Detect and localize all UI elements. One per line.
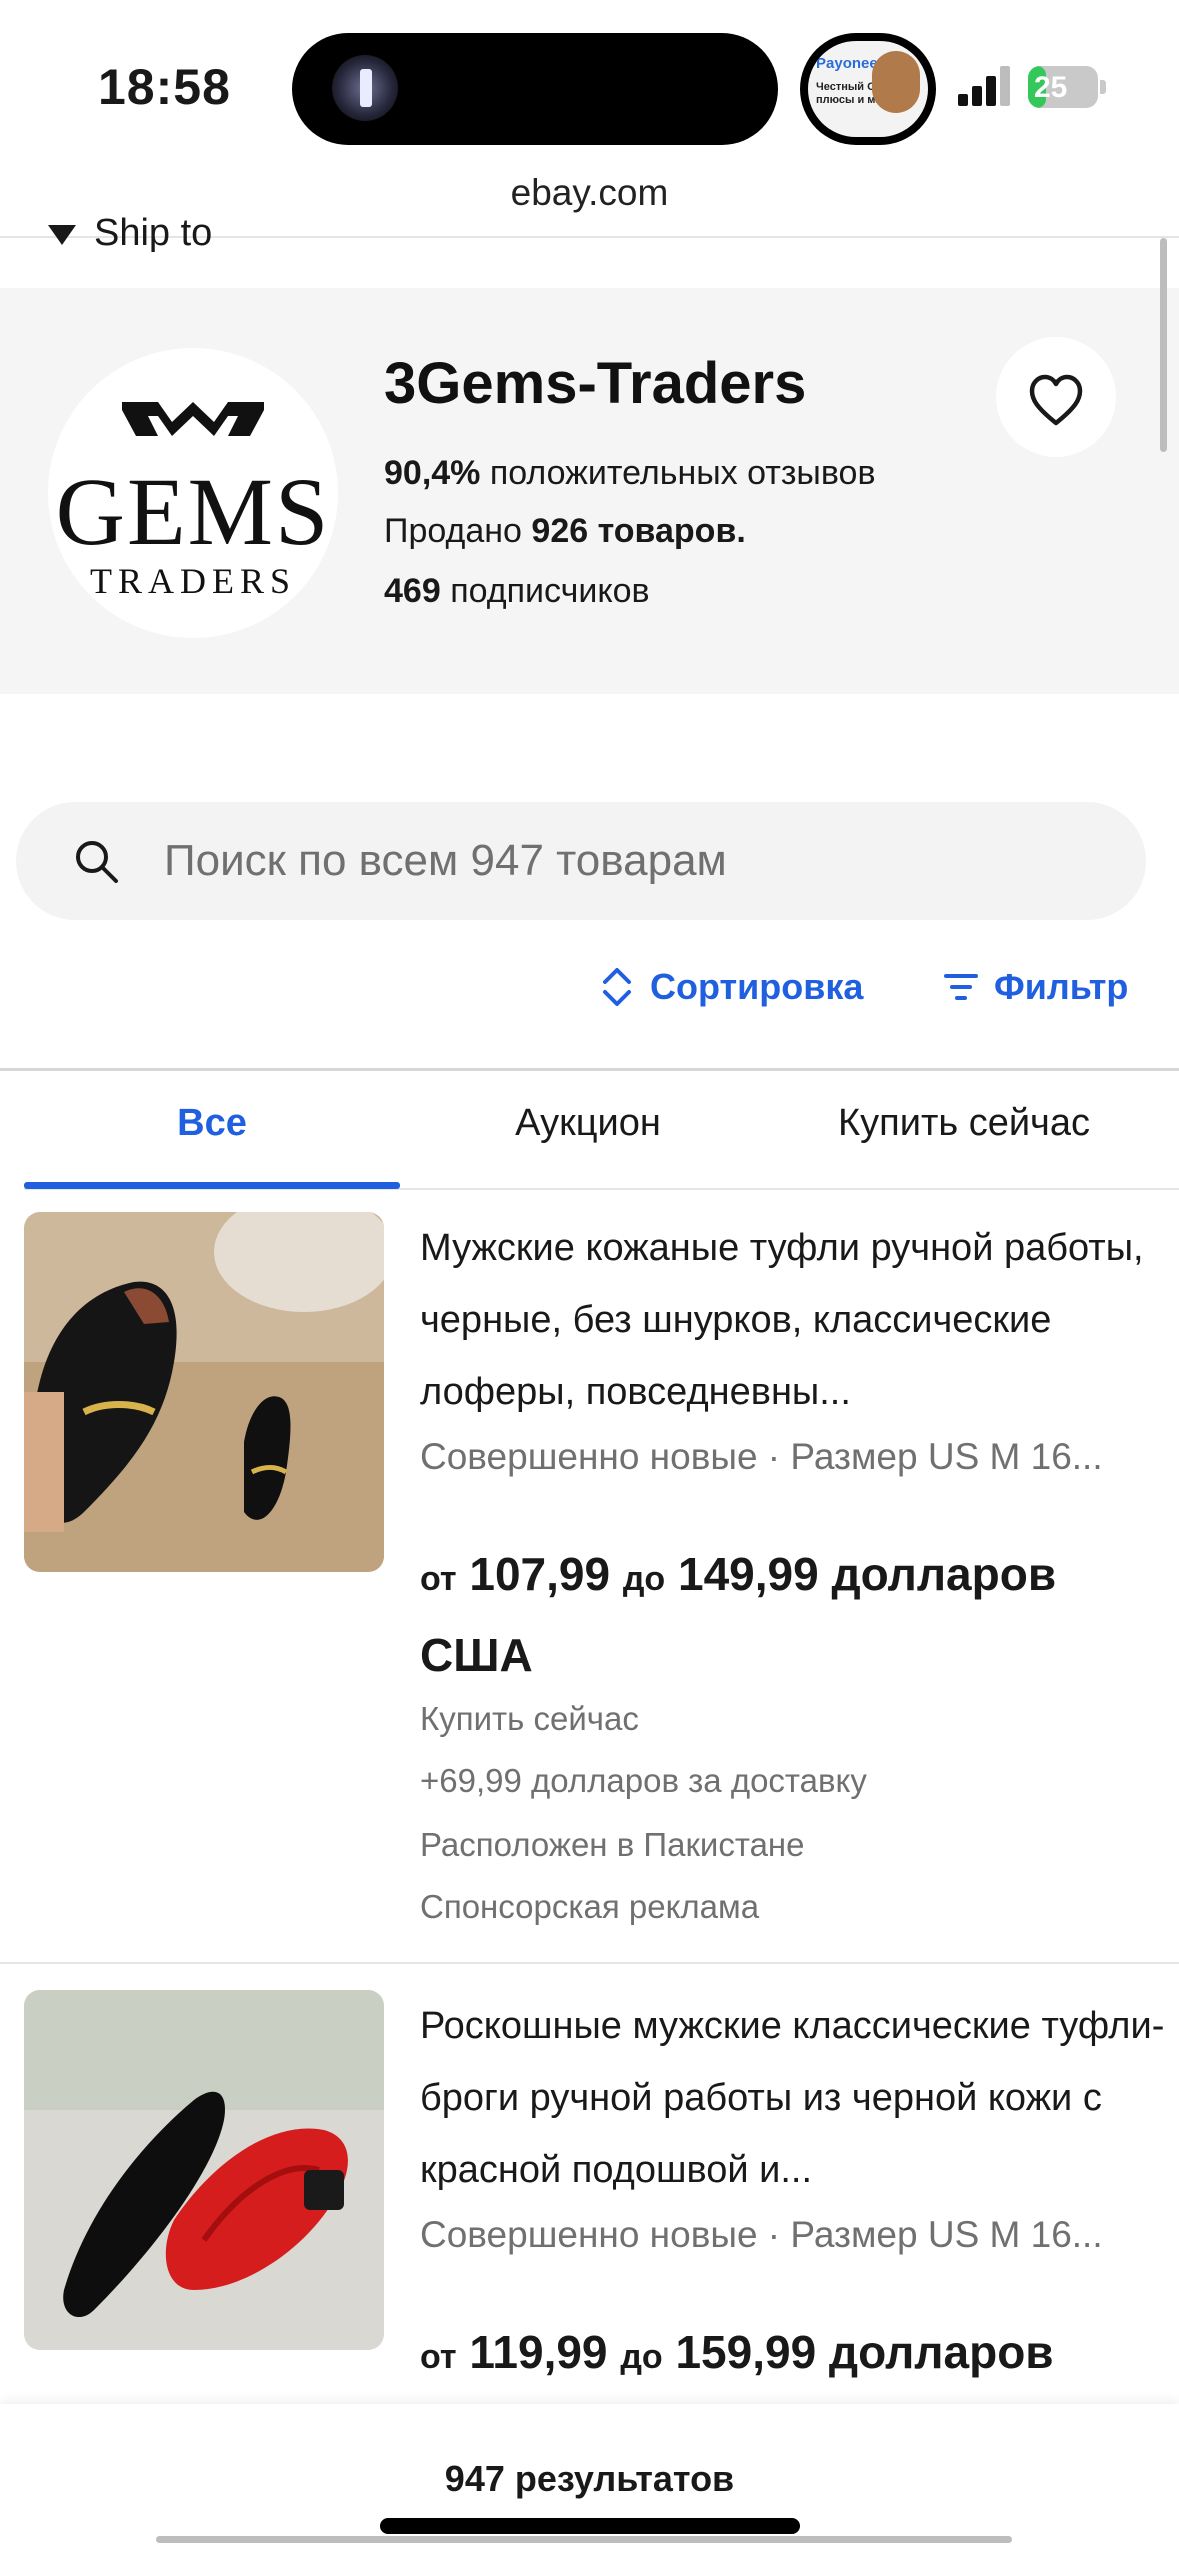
cellular-signal-icon bbox=[958, 66, 1014, 106]
battery-icon: 25 bbox=[1028, 66, 1106, 108]
tab-buy-now[interactable]: Купить сейчас bbox=[776, 1102, 1152, 1145]
price-to-word: до bbox=[622, 1560, 666, 1598]
logo-text: GEMS bbox=[55, 458, 331, 565]
flashlight-icon bbox=[332, 55, 398, 121]
gems-crown-icon bbox=[122, 402, 264, 436]
ship-to-selector[interactable]: Ship to bbox=[48, 212, 212, 252]
black-loafer-shoe-photo-icon bbox=[24, 1212, 384, 1572]
store-header: GEMS TRADERS 3Gems-Traders 90,4% положит… bbox=[0, 288, 1179, 694]
caret-down-icon bbox=[48, 224, 76, 245]
active-tab-indicator bbox=[24, 1182, 400, 1189]
logo-subtext: TRADERS bbox=[89, 561, 297, 601]
followers-count: 469 bbox=[384, 572, 441, 610]
feedback-stat: 90,4% положительных отзывов bbox=[384, 454, 876, 493]
results-count: 947 результатов bbox=[444, 2458, 735, 2499]
listing-image[interactable] bbox=[24, 1990, 384, 2350]
scrollbar-thumb[interactable] bbox=[1160, 238, 1167, 452]
listing-title-text: Мужские кожаные туфли ручной работы, чер… bbox=[420, 1227, 1144, 1413]
store-name: 3Gems-Traders bbox=[384, 351, 807, 416]
sort-label: Сортировка bbox=[650, 966, 864, 1007]
search-input[interactable] bbox=[164, 802, 1104, 920]
listing-price: от 119,99 до 159,99 долларов bbox=[420, 2314, 1160, 2395]
search-icon bbox=[76, 841, 118, 883]
sold-stat: Продано 926 товаров. bbox=[384, 512, 746, 551]
sold-prefix: Продано bbox=[384, 512, 522, 550]
price-from: 119,99 bbox=[469, 2326, 608, 2378]
feedback-label: положительных отзывов bbox=[489, 454, 876, 492]
tab-all[interactable]: Все bbox=[24, 1102, 400, 1145]
dynamic-island bbox=[292, 33, 778, 145]
filter-label: Фильтр bbox=[994, 966, 1129, 1007]
page-scrollbar[interactable] bbox=[156, 2536, 1012, 2543]
save-seller-button[interactable] bbox=[996, 337, 1116, 457]
store-logo: GEMS TRADERS bbox=[48, 348, 338, 638]
picture-in-picture-video[interactable]: Payoneer Честный Отзыв плюсы и минусы bbox=[800, 33, 936, 145]
divider bbox=[0, 1962, 1179, 1964]
sponsored-label: Спонсорская реклама bbox=[420, 1888, 760, 1925]
pip-person-image bbox=[872, 51, 920, 113]
listing-title[interactable]: Мужские кожаные туфли ручной работы, чер… bbox=[420, 1212, 1172, 1428]
followers-stat: 469 подписчиков bbox=[384, 572, 650, 611]
listing-title-text: Роскошные мужские классические туфли-бро… bbox=[420, 2005, 1165, 2191]
listing-price: от 107,99 до 149,99 долларов США bbox=[420, 1536, 1160, 1693]
price-to: 159,99 долларов bbox=[675, 2326, 1054, 2378]
divider bbox=[0, 1068, 1179, 1071]
status-time: 18:58 bbox=[98, 59, 231, 115]
listing-condition: Совершенно новые · Размер US M 16... bbox=[420, 2214, 1103, 2255]
listing-image[interactable] bbox=[24, 1212, 384, 1572]
filter-icon bbox=[944, 974, 978, 1000]
followers-label: подписчиков bbox=[450, 572, 650, 610]
black-red-sole-shoe-photo-icon bbox=[24, 1990, 384, 2350]
address-bar-url[interactable]: ebay.com bbox=[0, 172, 1179, 214]
filter-button[interactable]: Фильтр bbox=[944, 966, 1128, 1008]
sort-button[interactable]: Сортировка bbox=[600, 966, 863, 1008]
price-to-word: до bbox=[620, 2338, 663, 2376]
price-from: 107,99 bbox=[469, 1548, 611, 1600]
tab-auction[interactable]: Аукцион bbox=[400, 1102, 776, 1145]
listing-condition: Совершенно новые · Размер US M 16... bbox=[420, 1436, 1103, 1477]
sort-arrows-icon bbox=[603, 968, 631, 1006]
price-from-word: от bbox=[420, 2338, 457, 2376]
listing-title[interactable]: Роскошные мужские классические туфли-бро… bbox=[420, 1990, 1172, 2206]
store-search-bar[interactable] bbox=[16, 802, 1146, 920]
home-indicator[interactable] bbox=[380, 2518, 800, 2534]
listing-buying-format: Купить сейчас bbox=[420, 1700, 639, 1737]
ship-to-label: Ship to bbox=[94, 212, 213, 252]
sold-count: 926 товаров. bbox=[531, 512, 746, 550]
listing-location: Расположен в Пакистане bbox=[420, 1826, 805, 1863]
heart-icon bbox=[1029, 374, 1083, 426]
feedback-percent: 90,4% bbox=[384, 454, 481, 492]
battery-percent: 25 bbox=[1034, 71, 1068, 104]
price-from-word: от bbox=[420, 1560, 457, 1598]
listing-shipping: +69,99 долларов за доставку bbox=[420, 1762, 867, 1799]
